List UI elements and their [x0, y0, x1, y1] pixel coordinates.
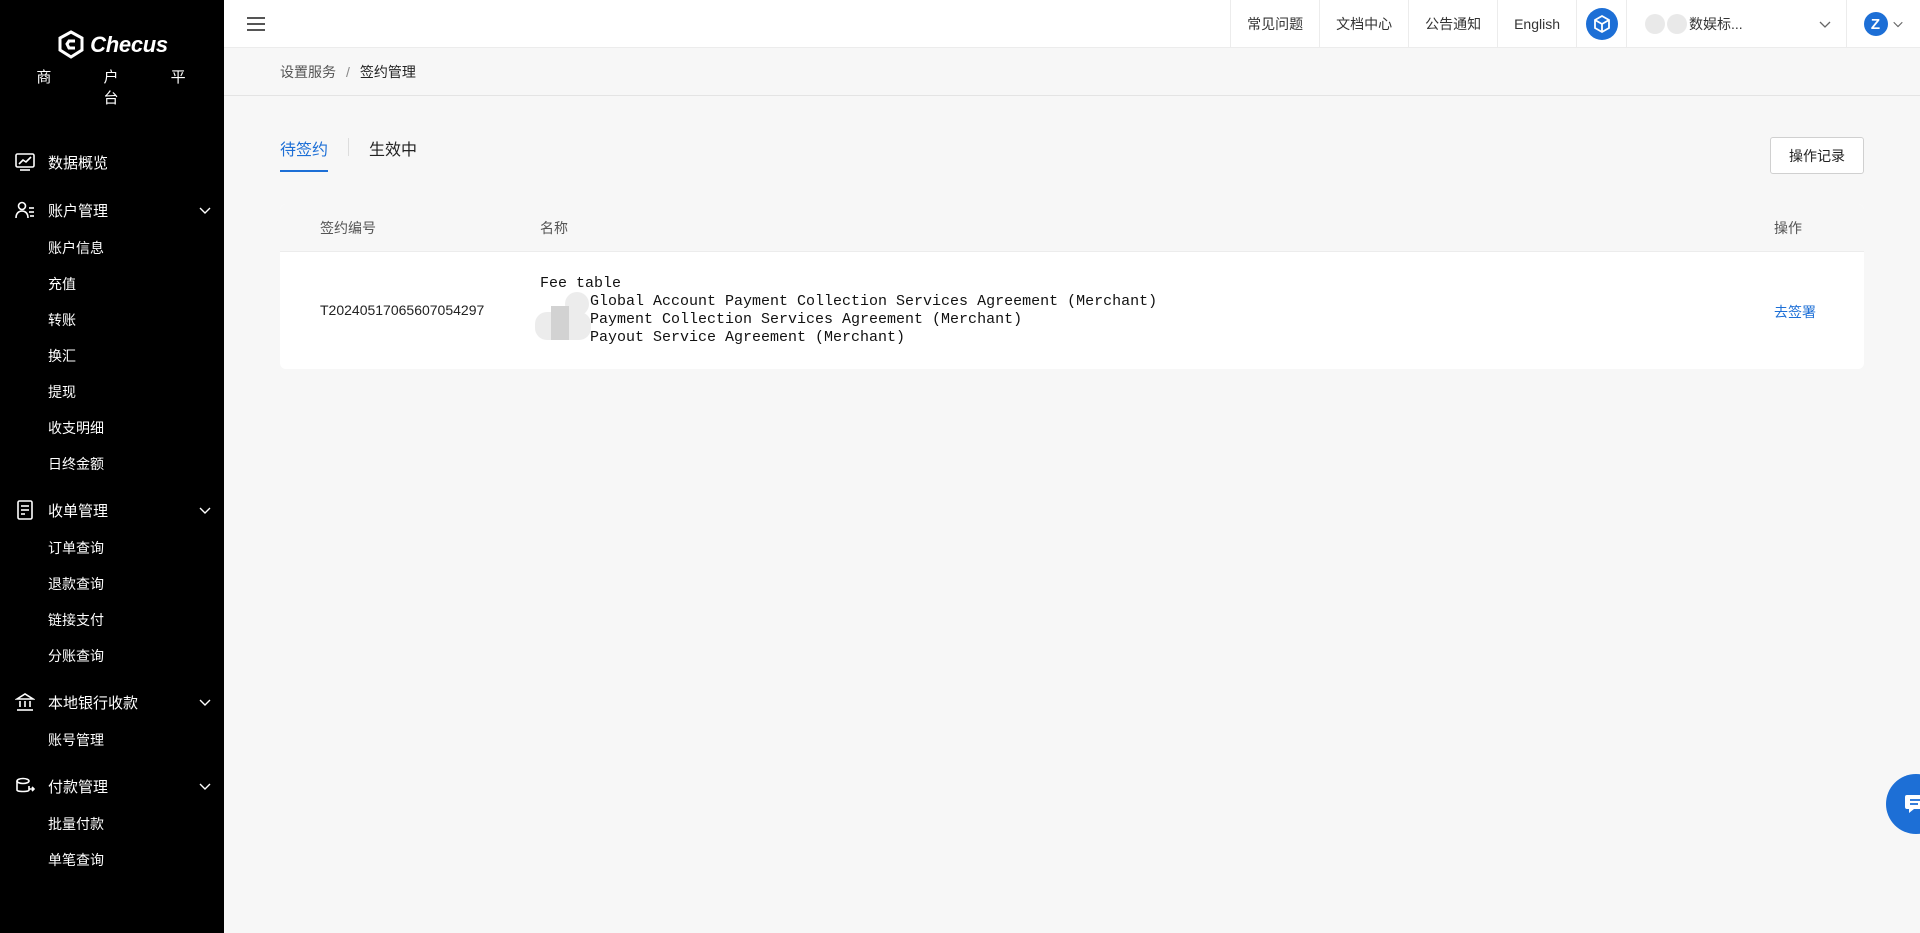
operation-log-button[interactable]: 操作记录	[1770, 137, 1864, 174]
chevron-down-icon	[1892, 21, 1903, 28]
sidebar-item-overview[interactable]: 数据概览	[0, 142, 224, 182]
column-header-action: 操作	[1774, 219, 1802, 236]
breadcrumb-separator: /	[346, 63, 350, 80]
chart-icon	[14, 151, 36, 173]
sidebar-item-recharge[interactable]: 充值	[0, 266, 224, 302]
bank-icon	[14, 691, 36, 713]
header-links: 常见问题 文档中心 公告通知 English 数娱标... Z	[1230, 0, 1920, 48]
sidebar-item-label: 付款管理	[48, 778, 109, 796]
sidebar-item-order-query[interactable]: 订单查询	[0, 530, 224, 566]
account-avatar	[1645, 14, 1689, 34]
chevron-down-icon[interactable]	[198, 695, 212, 709]
sidebar-item-daily-balance[interactable]: 日终金额	[0, 446, 224, 482]
faq-link[interactable]: 常见问题	[1230, 0, 1319, 48]
sidebar-item-exchange[interactable]: 换汇	[0, 338, 224, 374]
nav-group-overview: 数据概览	[0, 142, 224, 182]
user-avatar: Z	[1863, 12, 1888, 36]
redacted-overlay	[535, 292, 591, 340]
sidebar-item-statement[interactable]: 收支明细	[0, 410, 224, 446]
sidebar-item-label: 账户管理	[48, 202, 109, 220]
brand-logo[interactable]: Checus 商 户 平 台	[0, 30, 224, 108]
language-switch[interactable]: English	[1497, 0, 1576, 48]
chevron-down-icon[interactable]	[198, 503, 212, 517]
sidebar-item-withdraw[interactable]: 提现	[0, 374, 224, 410]
breadcrumb: 设置服务 / 签约管理	[224, 48, 1920, 96]
sidebar-item-label: 收单管理	[48, 502, 109, 520]
top-header: 常见问题 文档中心 公告通知 English 数娱标... Z	[224, 0, 1920, 48]
table-row: T20240517065607054297 Fee table Global A…	[280, 252, 1864, 369]
contract-name-line: Global Account Payment Collection Servic…	[590, 293, 1158, 310]
sidebar-item-acquiring-management[interactable]: 收单管理	[0, 490, 224, 530]
sidebar-item-account-info[interactable]: 账户信息	[0, 230, 224, 266]
contract-id: T20240517065607054297	[320, 302, 485, 318]
breadcrumb-parent[interactable]: 设置服务	[280, 62, 336, 82]
nav-group-local-bank: 本地银行收款 账号管理	[0, 682, 224, 758]
sidebar-item-payment-management[interactable]: 付款管理	[0, 766, 224, 806]
tab-divider	[348, 138, 350, 156]
payment-icon	[14, 775, 36, 797]
nav-group-payment: 付款管理 批量付款 单笔查询	[0, 766, 224, 878]
sidebar-item-transfer[interactable]: 转账	[0, 302, 224, 338]
column-header-name: 名称	[540, 219, 568, 236]
sidebar-item-single-query[interactable]: 单笔查询	[0, 842, 224, 878]
sidebar-item-link-payment[interactable]: 链接支付	[0, 602, 224, 638]
chevron-down-icon	[1819, 21, 1831, 28]
nav-group-acquiring: 收单管理 订单查询 退款查询 链接支付 分账查询	[0, 490, 224, 674]
user-icon	[14, 199, 36, 221]
contract-names: Fee table Global Account Payment Collect…	[540, 275, 1157, 347]
chat-button[interactable]	[1886, 774, 1920, 834]
sidebar-item-label: 本地银行收款	[48, 694, 139, 712]
sidebar-item-account-management[interactable]: 账户管理	[0, 190, 224, 230]
box-icon	[1585, 8, 1618, 40]
sidebar-item-local-bank-collection[interactable]: 本地银行收款	[0, 682, 224, 722]
sidebar-item-refund-query[interactable]: 退款查询	[0, 566, 224, 602]
checus-logo-icon	[58, 30, 84, 59]
nav-group-account: 账户管理 账户信息 充值 转账 换汇 提现 收支明细 日终金额	[0, 190, 224, 482]
tab-active[interactable]: 生效中	[369, 136, 417, 170]
contract-name-line: Payment Collection Services Agreement (M…	[590, 311, 1023, 328]
announcements-link[interactable]: 公告通知	[1408, 0, 1497, 48]
tab-pending[interactable]: 待签约	[280, 136, 329, 172]
sign-link[interactable]: 去签署	[1774, 302, 1816, 322]
breadcrumb-current: 签约管理	[359, 63, 416, 80]
chevron-down-icon[interactable]	[198, 779, 212, 793]
sidebar-nav: 数据概览 账户管理 账户信息 充值 转账 换汇 提现 收支明细 日终金额 收单管…	[0, 142, 224, 878]
table-header: 签约编号 名称 操作	[280, 204, 1864, 252]
sidebar-item-account-number-management[interactable]: 账号管理	[0, 722, 224, 758]
contracts-table: 签约编号 名称 操作 T20240517065607054297 Fee tab…	[280, 204, 1864, 369]
sidebar-item-label: 数据概览	[48, 154, 109, 172]
brand-name: Checus	[90, 32, 168, 57]
account-switcher[interactable]: 数娱标...	[1626, 0, 1846, 48]
status-tabs: 待签约 生效中	[280, 136, 417, 172]
column-header-id: 签约编号	[320, 219, 376, 236]
chat-icon	[1905, 795, 1920, 813]
account-name: 数娱标...	[1689, 16, 1743, 32]
chevron-down-icon[interactable]	[198, 203, 212, 217]
menu-toggle-icon[interactable]	[246, 14, 266, 34]
app-box-button[interactable]	[1576, 0, 1626, 48]
user-menu[interactable]: Z	[1846, 0, 1920, 48]
contract-name-line: Fee table	[540, 275, 622, 292]
docs-link[interactable]: 文档中心	[1319, 0, 1408, 48]
sidebar-item-batch-payment[interactable]: 批量付款	[0, 806, 224, 842]
contract-name-line: Payout Service Agreement (Merchant)	[590, 329, 906, 346]
brand-subtitle: 商 户 平 台	[36, 69, 210, 107]
sidebar-item-split-query[interactable]: 分账查询	[0, 638, 224, 674]
sidebar: Checus 商 户 平 台 数据概览 账户管理 账户信息 充值 转账 换汇 提…	[0, 0, 224, 933]
receipt-icon	[14, 499, 36, 521]
